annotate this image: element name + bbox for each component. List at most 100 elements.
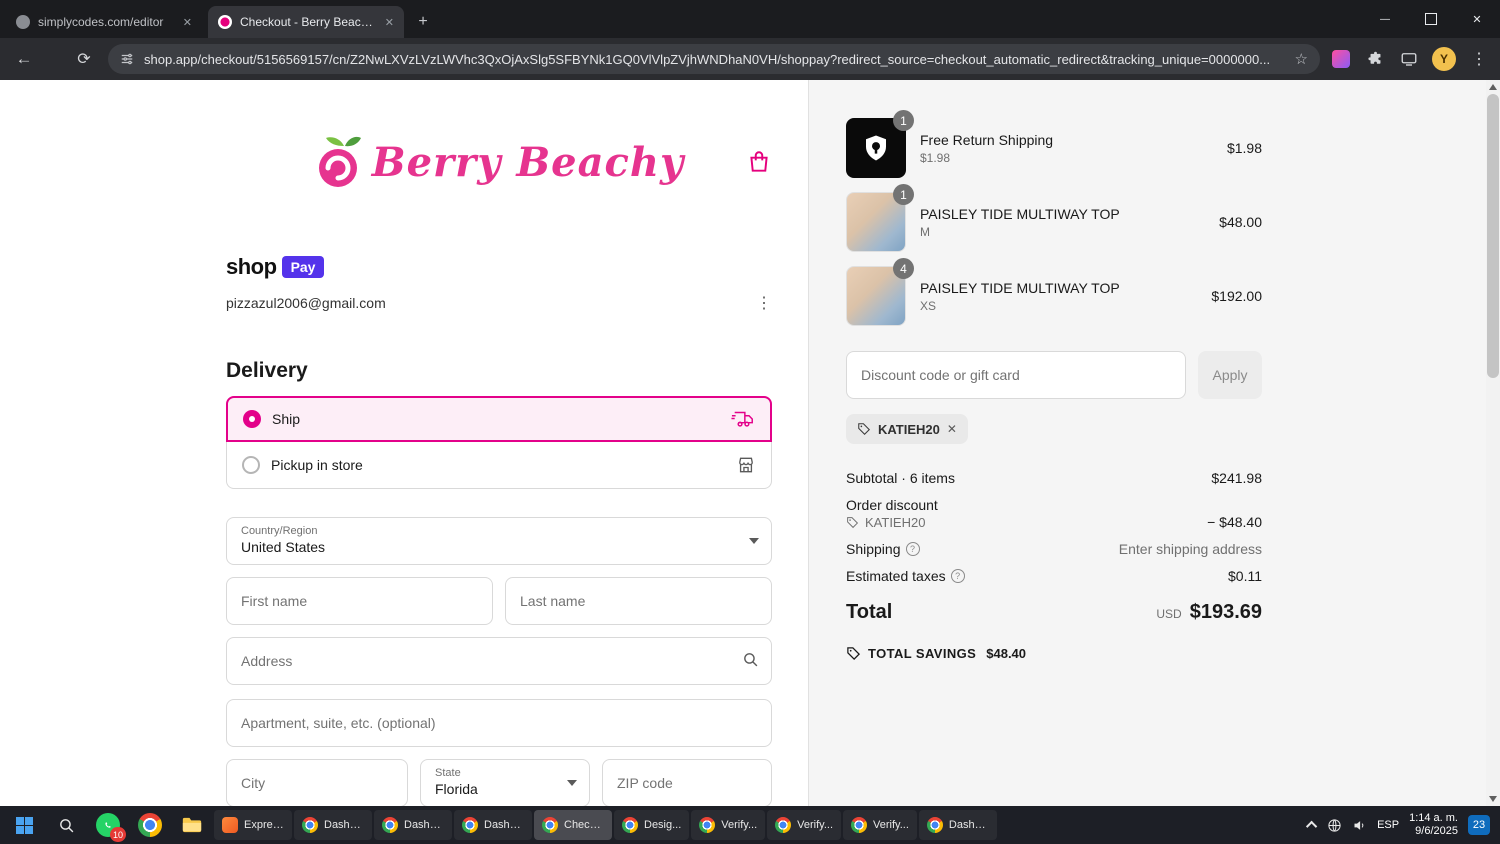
address-input[interactable] [226, 637, 772, 685]
zip-input[interactable] [602, 759, 772, 806]
tab-checkout[interactable]: Checkout - Berry Beachy Swim... [208, 6, 404, 38]
cart-item: 1 PAISLEY TIDE MULTIWAY TOP M $48.00 [846, 184, 1262, 252]
delivery-option-ship[interactable]: Ship [226, 396, 772, 442]
chrome-button[interactable] [130, 806, 170, 844]
tab-close-icon[interactable] [385, 16, 394, 29]
remove-discount-icon[interactable] [947, 422, 957, 436]
scroll-up-arrow[interactable] [1486, 80, 1500, 94]
site-settings-icon[interactable] [120, 52, 134, 66]
date: 9/6/2025 [1415, 825, 1458, 837]
tag-icon [857, 422, 871, 436]
apply-button[interactable]: Apply [1198, 351, 1262, 399]
start-button[interactable] [4, 806, 44, 844]
subtotal-label: Subtotal · 6 items [846, 470, 955, 486]
minimize-button[interactable] [1362, 0, 1408, 38]
tab-close-icon[interactable] [183, 16, 192, 29]
delivery-heading: Delivery [226, 359, 308, 382]
file-explorer-button[interactable] [172, 806, 212, 844]
country-select[interactable]: Country/Region United States [226, 517, 772, 565]
bookmark-star-icon[interactable] [1295, 50, 1308, 68]
new-tab-button[interactable] [410, 9, 436, 35]
back-button[interactable] [10, 45, 38, 73]
customer-email: pizzazul2006@gmail.com [226, 295, 386, 311]
page-scrollbar[interactable] [1486, 80, 1500, 806]
tab-simplycodes[interactable]: simplycodes.com/editor [6, 6, 202, 38]
taskbar-app-design[interactable]: Desig... [614, 810, 690, 840]
email-options-icon[interactable] [756, 293, 772, 313]
shipping-row: Shipping Enter shipping address [846, 541, 1262, 557]
taskbar-search-button[interactable] [46, 806, 86, 844]
taskbar-clock[interactable]: 1:14 a. m. 9/6/2025 [1409, 812, 1458, 838]
app-icon [222, 817, 238, 833]
berry-icon [318, 136, 361, 187]
url-text[interactable]: shop.app/checkout/5156569157/cn/Z2NwLXVz… [144, 52, 1285, 67]
store-logo[interactable]: Berry Beachy [314, 132, 684, 192]
state-select[interactable]: State Florida [420, 759, 590, 806]
discount-code-input[interactable] [846, 351, 1186, 399]
radio-ship[interactable] [243, 410, 261, 428]
city-input[interactable] [226, 759, 408, 806]
extension-icon[interactable] [1330, 48, 1352, 70]
shop-pay-badge: Pay [281, 256, 325, 278]
order-discount-code: KATIEH20 [865, 514, 926, 530]
system-tray: ESP 1:14 a. m. 9/6/2025 23 [1305, 812, 1496, 838]
order-discount-code-row: KATIEH20 − $48.40 [846, 514, 1262, 530]
order-discount-label: Order discount [846, 497, 938, 513]
delivery-option-pickup[interactable]: Pickup in store [226, 442, 772, 489]
browser-menu-icon[interactable] [1468, 48, 1490, 70]
taskbar-app-verify-2[interactable]: Verify... [767, 810, 842, 840]
chrome-icon [851, 817, 868, 833]
folder-icon [182, 817, 202, 833]
close-window-button[interactable] [1454, 0, 1500, 38]
cart-icon[interactable] [746, 148, 772, 181]
currency-code: USD [1156, 607, 1182, 621]
apartment-input[interactable] [226, 699, 772, 747]
scrollbar-thumb[interactable] [1487, 94, 1499, 378]
tray-expand-icon[interactable] [1305, 820, 1318, 833]
whatsapp-button[interactable]: 10 [88, 806, 128, 844]
chrome-icon [926, 817, 943, 833]
item-price: $1.98 [1226, 140, 1262, 156]
maximize-button[interactable] [1408, 0, 1454, 38]
volume-icon[interactable] [1352, 818, 1367, 833]
network-icon[interactable] [1327, 818, 1342, 833]
taskbar-app-express[interactable]: Expres... [214, 810, 292, 840]
address-bar[interactable]: shop.app/checkout/5156569157/cn/Z2NwLXVz… [108, 44, 1320, 74]
discount-chip: KATIEH20 [846, 414, 968, 444]
item-title: Free Return Shipping [920, 131, 1054, 148]
first-name-input[interactable] [226, 577, 493, 625]
state-label: State [435, 767, 461, 779]
shop-pay-logo: shop Pay [226, 254, 772, 280]
radio-pickup[interactable] [242, 456, 260, 474]
tab-favicon [16, 15, 30, 29]
notification-count-badge[interactable]: 23 [1468, 815, 1490, 835]
chrome-icon [775, 817, 792, 833]
item-variant: $1.98 [920, 150, 951, 165]
subtotal-value: $241.98 [1211, 470, 1262, 486]
order-summary: 1 Free Return Shipping $1.98 $1.98 1 PAI… [808, 80, 1486, 806]
info-icon[interactable] [950, 569, 965, 583]
taskbar-app-dashboard-3[interactable]: Dashb... [454, 810, 532, 840]
taskbar-app-dashboard-4[interactable]: Dashb... [918, 810, 997, 840]
quantity-badge: 4 [893, 258, 914, 279]
extensions-puzzle-icon[interactable] [1364, 48, 1386, 70]
pickup-label: Pickup in store [271, 457, 363, 473]
chevron-down-icon [567, 780, 577, 786]
taskbar-app-dashboard-2[interactable]: Dashb... [374, 810, 452, 840]
search-icon [742, 651, 759, 673]
cast-icon[interactable] [1398, 48, 1420, 70]
last-name-input[interactable] [505, 577, 772, 625]
order-discount-value: − $48.40 [1207, 514, 1262, 530]
taskbar-app-verify-1[interactable]: Verify... [691, 810, 766, 840]
taskbar-app-checkout[interactable]: Check... [534, 810, 612, 840]
profile-avatar[interactable]: Y [1432, 47, 1456, 71]
taskbar-app-verify-3[interactable]: Verify... [843, 810, 917, 840]
windows-taskbar: 10 Expres... Dashb... Dashb... Dashb... … [0, 806, 1500, 844]
language-indicator[interactable]: ESP [1377, 819, 1399, 831]
checkout-main: Berry Beachy shop Pay pizzazul2006@gmail… [0, 80, 808, 806]
chrome-icon [462, 817, 478, 833]
taskbar-app-dashboard-1[interactable]: Dashb... [294, 810, 372, 840]
scroll-down-arrow[interactable] [1486, 792, 1500, 806]
reload-button[interactable] [70, 45, 98, 73]
info-icon[interactable] [905, 542, 920, 556]
